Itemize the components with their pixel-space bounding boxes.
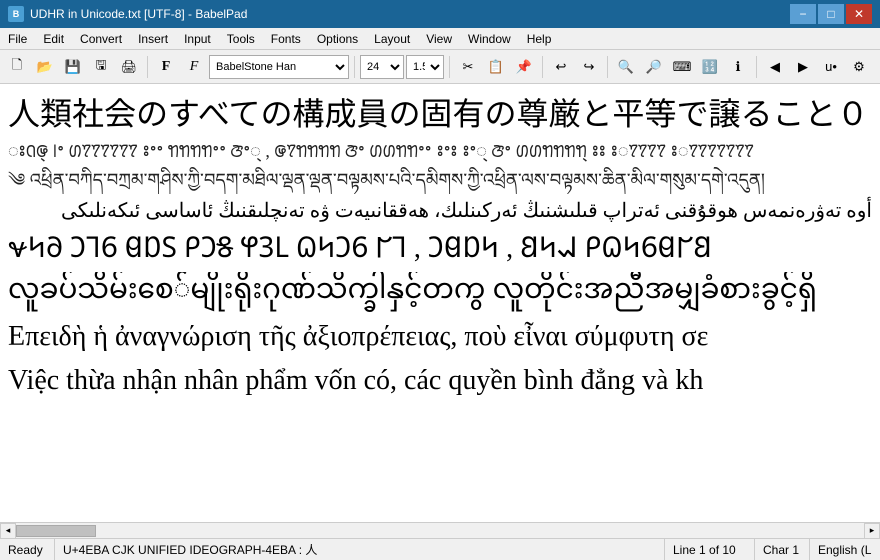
menu-tools[interactable]: Tools — [219, 30, 263, 48]
text-line-6: လူခပ်သိမ်းစေ်မျိုးရိုးဂုဏ်သိက္ခါနှင့်တကွ… — [8, 272, 872, 314]
separator-2 — [354, 56, 355, 78]
title-bar-controls[interactable]: − □ ✕ — [790, 4, 872, 24]
text-line-1: 人類社会のすべての構成員の固有の尊厳と平等で譲ること０ — [8, 88, 872, 136]
save-button[interactable]: 💾 — [60, 54, 86, 80]
scroll-track[interactable] — [16, 523, 864, 539]
title-bar-text: UDHR in Unicode.txt [UTF-8] - BabelPad — [30, 7, 247, 21]
font-selector[interactable]: BabelStone Han — [209, 55, 349, 79]
menu-bar: File Edit Convert Insert Input Tools Fon… — [0, 28, 880, 50]
status-lang: English (L — [810, 539, 880, 560]
menu-edit[interactable]: Edit — [35, 30, 72, 48]
app-icon: B — [8, 6, 24, 22]
find-button[interactable]: 🔍 — [613, 54, 639, 80]
scroll-left-arrow[interactable]: ◂ — [0, 523, 16, 539]
menu-help[interactable]: Help — [519, 30, 560, 48]
menu-fonts[interactable]: Fonts — [263, 30, 309, 48]
separator-1 — [147, 56, 148, 78]
status-line: Line 1 of 10 — [665, 539, 755, 560]
scroll-right-arrow[interactable]: ▸ — [864, 523, 880, 539]
menu-insert[interactable]: Insert — [130, 30, 176, 48]
font-size-selector[interactable]: 24 — [360, 55, 404, 79]
paste-button[interactable]: 📌 — [511, 54, 537, 80]
text-line-3: ༄ འཕྲིན་བཀིད་བཀྲམ་གཤིས་ཀྱི་བདག་མཐིལ་ལྡན་… — [8, 167, 872, 194]
editor-area[interactable]: 人類社会のすべての構成員の固有の尊厳と平等で譲ること０ ꢁꢡꢌ꣄ ꣎ꢀ ꢔꢵꢵꢵ… — [0, 84, 880, 538]
minimize-button[interactable]: − — [790, 4, 816, 24]
info-button[interactable]: ℹ — [725, 54, 751, 80]
menu-layout[interactable]: Layout — [366, 30, 418, 48]
text-line-5: 𐐷𐐤𐐀 𐐣𐐑𐐞 𐐔𐐟𐐠 𐐙𐐣𐐝 𐐐𐐚𐐛 𐐗𐐤𐐣𐐞 𐐊𐐑 , 𐐣𐐔𐐟𐐤 , 𐐒𐐤𐐉… — [8, 228, 872, 270]
close-button[interactable]: ✕ — [846, 4, 872, 24]
extra-button[interactable]: ⚙ — [846, 54, 872, 80]
redo-button[interactable]: ↪ — [576, 54, 602, 80]
text-line-7: Επειδὴ ἡ ἀναγνώριση τῆς ἀξιοπρέπειας, πο… — [8, 316, 872, 358]
open-button[interactable]: 📂 — [32, 54, 58, 80]
separator-4 — [542, 56, 543, 78]
back-button[interactable]: ◀ — [762, 54, 788, 80]
separator-6 — [756, 56, 757, 78]
menu-file[interactable]: File — [0, 30, 35, 48]
title-bar: B UDHR in Unicode.txt [UTF-8] - BabelPad… — [0, 0, 880, 28]
status-ready: Ready — [0, 539, 55, 560]
find2-button[interactable]: 🔎 — [641, 54, 667, 80]
menu-window[interactable]: Window — [460, 30, 519, 48]
bold-button[interactable]: F — [153, 54, 179, 80]
separator-3 — [449, 56, 450, 78]
maximize-button[interactable]: □ — [818, 4, 844, 24]
text-line-4: أوه تەۋرەنمەس ھوقۇقنى ئەتراپ قىلىشنىڭ ئە… — [8, 196, 872, 226]
forward-button[interactable]: ▶ — [790, 54, 816, 80]
charmap-button[interactable]: ⌨ — [669, 54, 695, 80]
horizontal-scrollbar[interactable]: ◂ ▸ — [0, 522, 880, 538]
line-spacing-selector[interactable]: 1.5 — [406, 55, 444, 79]
title-bar-left: B UDHR in Unicode.txt [UTF-8] - BabelPad — [8, 6, 247, 22]
save-as-button[interactable]: 🖫 — [88, 54, 114, 80]
text-line-8: Việc thừa nhận nhân phẩm vốn có, các quy… — [8, 360, 872, 402]
undo-button[interactable]: ↩ — [548, 54, 574, 80]
scroll-thumb[interactable] — [16, 525, 96, 537]
status-char: Char 1 — [755, 539, 810, 560]
cut-button[interactable]: ✂ — [455, 54, 481, 80]
special-button[interactable]: u• — [818, 54, 844, 80]
text-line-2: ꢁꢡꢌ꣄ ꣎ꢀ ꢔꢵꢵꢵꢵꢵꢵ ꢁꢀꢀ ꢒꢒꢒꢒꢀꢀ ꢆꢀ꣄ , ꢌꢵꢒꢒꢒꢒ … — [8, 138, 872, 165]
print-button[interactable]: 🖨 — [116, 54, 142, 80]
menu-convert[interactable]: Convert — [72, 30, 130, 48]
status-unicode: U+4EBA CJK UNIFIED IDEOGRAPH-4EBA : 人 — [55, 539, 665, 560]
new-button[interactable]: 🗋 — [4, 54, 30, 80]
italic-button[interactable]: F — [181, 54, 207, 80]
num-button[interactable]: 🔢 — [697, 54, 723, 80]
status-bar: Ready U+4EBA CJK UNIFIED IDEOGRAPH-4EBA … — [0, 538, 880, 560]
toolbar: 🗋 📂 💾 🖫 🖨 F F BabelStone Han 24 1.5 ✂ 📋 … — [0, 50, 880, 84]
editor-content[interactable]: 人類社会のすべての構成員の固有の尊厳と平等で譲ること０ ꢁꢡꢌ꣄ ꣎ꢀ ꢔꢵꢵꢵ… — [0, 84, 880, 522]
separator-5 — [607, 56, 608, 78]
menu-input[interactable]: Input — [176, 30, 219, 48]
copy-button[interactable]: 📋 — [483, 54, 509, 80]
menu-view[interactable]: View — [418, 30, 460, 48]
menu-options[interactable]: Options — [309, 30, 366, 48]
